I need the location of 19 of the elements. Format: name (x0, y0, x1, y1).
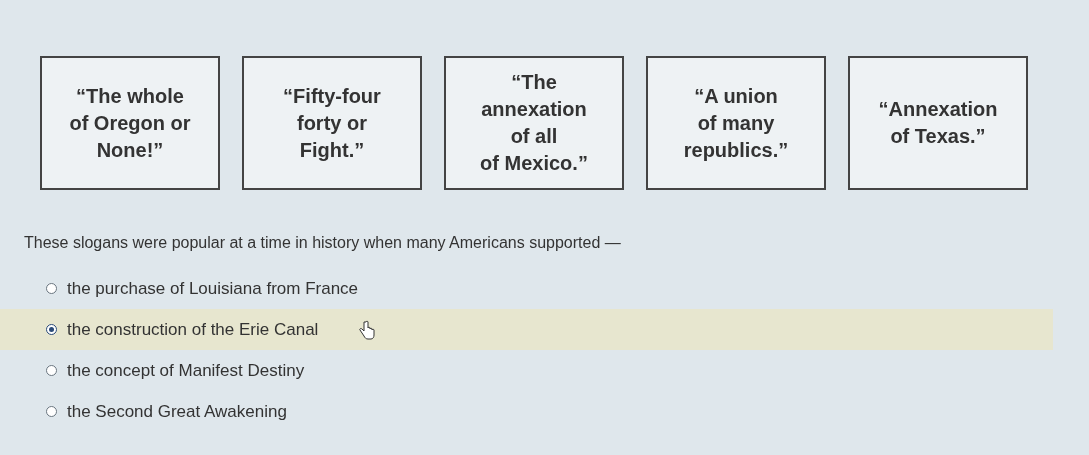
answer-option[interactable]: the concept of Manifest Destiny (0, 350, 1053, 391)
option-label: the Second Great Awakening (67, 401, 287, 422)
slogan-card: “Annexation of Texas.” (848, 56, 1028, 190)
slogan-card: “The whole of Oregon or None!” (40, 56, 220, 190)
radio-button[interactable] (46, 324, 57, 335)
option-label: the purchase of Louisiana from France (67, 278, 359, 299)
question-text: These slogans were popular at a time in history when many Americans supported — (24, 234, 622, 252)
answer-option[interactable]: the Second Great Awakening (0, 391, 1053, 432)
radio-button[interactable] (46, 365, 57, 376)
option-label: the construction of the Erie Canal (67, 319, 319, 340)
slogan-card: “A union of many republics.” (646, 56, 826, 190)
radio-button[interactable] (46, 283, 57, 294)
hand-cursor-icon (358, 319, 377, 340)
answer-option[interactable]: the construction of the Erie Canal (0, 309, 1053, 350)
answer-option[interactable]: the purchase of Louisiana from France (0, 268, 1053, 309)
radio-button[interactable] (46, 406, 57, 417)
option-label: the concept of Manifest Destiny (67, 360, 305, 381)
slogan-card: “Fifty-four forty or Fight.” (242, 56, 422, 190)
slogan-card: “The annexation of all of Mexico.” (444, 56, 624, 190)
